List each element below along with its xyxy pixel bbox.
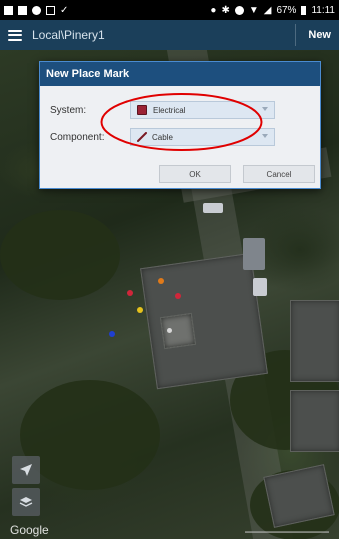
project-title: Local\Pinery1 xyxy=(32,28,105,42)
component-label: Component: xyxy=(50,131,105,143)
pin-white[interactable] xyxy=(167,328,172,333)
system-label: System: xyxy=(50,104,87,116)
car xyxy=(243,238,265,270)
cancel-button[interactable]: Cancel xyxy=(243,165,315,183)
new-place-mark-dialog: New Place Mark System: Electrical Compon… xyxy=(39,61,321,189)
download-done-icon: ✓ xyxy=(60,4,69,16)
bluetooth-icon: ✱ xyxy=(221,4,230,16)
chevron-down-icon xyxy=(262,134,268,138)
clock: 11:11 xyxy=(311,4,335,16)
layers-icon xyxy=(19,497,33,507)
app-screen: ✓ ● ✱ ▼ ◢ 67% 11:11 Local\Pinery1 New Go… xyxy=(0,0,339,539)
app-notification-icon xyxy=(18,5,27,15)
component-dropdown[interactable]: Cable xyxy=(130,128,275,146)
battery-percent: 67% xyxy=(276,4,297,16)
component-value: Cable xyxy=(152,132,173,142)
dialog-title: New Place Mark xyxy=(40,62,320,86)
electrical-system-icon xyxy=(137,105,147,115)
pin-red-2[interactable] xyxy=(175,293,181,299)
ok-button[interactable]: OK xyxy=(159,165,231,183)
map-data-footer: ▬▬▬▬▬▬▬▬▬▬▬▬▬▬ xyxy=(245,529,329,535)
dnd-icon xyxy=(234,5,244,15)
location-app-icon xyxy=(32,5,41,15)
google-attribution: Google xyxy=(10,523,49,537)
car xyxy=(253,278,267,296)
house-roof xyxy=(159,312,197,350)
new-button[interactable]: New xyxy=(308,29,331,41)
house-roof xyxy=(140,252,268,390)
location-icon: ● xyxy=(210,4,217,16)
signal-icon: ◢ xyxy=(263,4,272,16)
system-dropdown[interactable]: Electrical xyxy=(130,101,275,119)
map-layers-button[interactable] xyxy=(12,488,40,516)
cable-icon xyxy=(137,132,147,142)
tree-cluster xyxy=(0,210,120,300)
component-row: Component: Cable xyxy=(50,128,275,146)
app-bar: Local\Pinery1 New xyxy=(0,20,339,50)
notification-icon xyxy=(4,5,13,15)
car xyxy=(203,203,223,213)
wifi-icon: ▼ xyxy=(248,4,259,16)
my-location-button[interactable] xyxy=(12,456,40,484)
system-value: Electrical xyxy=(153,105,186,115)
tree-cluster xyxy=(20,380,160,490)
neighbor-house xyxy=(290,300,339,382)
image-notification-icon xyxy=(46,5,55,15)
navigation-arrow-icon xyxy=(20,464,32,476)
pin-yellow[interactable] xyxy=(137,307,143,313)
neighbor-house xyxy=(290,390,339,452)
chevron-down-icon xyxy=(262,107,268,111)
app-bar-divider xyxy=(295,24,297,46)
status-bar: ✓ ● ✱ ▼ ◢ 67% 11:11 xyxy=(0,0,339,20)
battery-icon xyxy=(301,5,307,15)
pin-blue[interactable] xyxy=(109,331,115,337)
pin-red-1[interactable] xyxy=(127,290,133,296)
system-row: System: Electrical xyxy=(50,101,275,119)
menu-icon[interactable] xyxy=(8,29,22,41)
pin-orange[interactable] xyxy=(158,278,164,284)
